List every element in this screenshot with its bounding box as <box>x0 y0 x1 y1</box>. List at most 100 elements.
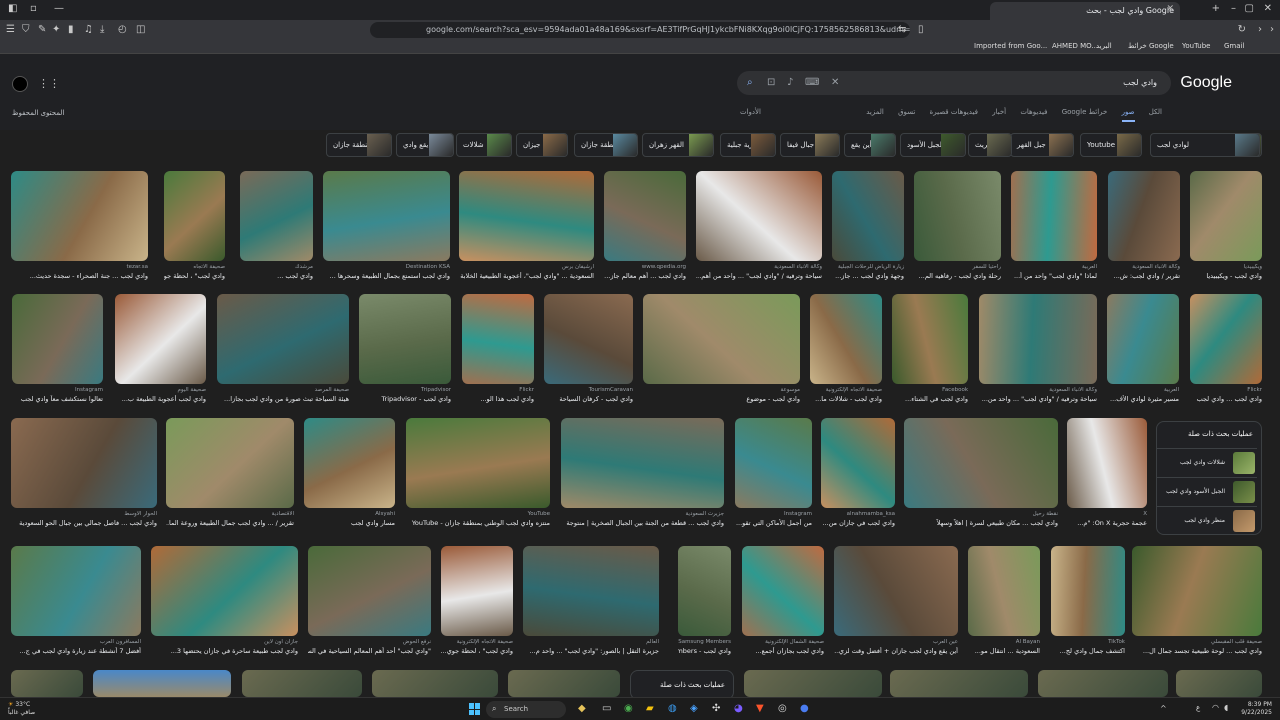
image-source[interactable]: أرشيفان برس <box>459 264 594 270</box>
mic-icon[interactable]: ♪ <box>787 77 793 88</box>
image-result[interactable] <box>892 294 968 384</box>
filter-chip[interactable]: بمنطقة جازان <box>326 133 392 157</box>
edge-icon[interactable]: ◍ <box>668 703 677 714</box>
image-source[interactable]: www.qpedia.org <box>604 264 686 270</box>
image-source[interactable]: صحيفة الاتجاه الإلكترونية <box>810 387 882 393</box>
image-source[interactable]: Alsyahi <box>304 511 395 517</box>
image-source[interactable]: Tripadvisor <box>359 387 451 393</box>
tab-close-icon[interactable]: ✕ <box>1166 4 1174 14</box>
taskbar-search[interactable]: ⌕ Search <box>486 701 566 718</box>
tab-all[interactable]: الكل <box>1149 108 1162 116</box>
image-title[interactable]: أين يقع وادي لجب جازان + أفضل وقت لزي... <box>834 647 958 655</box>
image-source[interactable]: العربية <box>1107 387 1179 393</box>
image-source[interactable]: العالم <box>523 639 659 645</box>
image-result[interactable] <box>508 670 620 697</box>
back-icon[interactable]: › <box>1258 24 1262 35</box>
image-source[interactable]: جازان أون لاين <box>151 639 298 645</box>
image-title[interactable]: وادي لجب بجازان أجمع... <box>742 647 824 655</box>
new-tab-icon[interactable]: ▫ <box>30 3 37 14</box>
app-icon[interactable]: ✣ <box>712 703 720 714</box>
history-icon[interactable]: ◴ <box>118 24 127 35</box>
avatar[interactable] <box>12 76 28 92</box>
image-title[interactable]: هيئة السياحة تبث صورة من وادي لجب بجازا.… <box>217 395 349 403</box>
menu-icon[interactable]: ☰ <box>6 24 15 35</box>
bookmark-mail[interactable]: البريد <box>1096 42 1112 50</box>
close-window-icon[interactable]: ✕ <box>1264 3 1272 14</box>
tab-more[interactable]: المزيد <box>866 108 884 116</box>
image-result[interactable] <box>240 171 313 261</box>
image-title[interactable]: وادي لجب استمتع بجمال الطبيعة وسحرها ... <box>323 272 450 280</box>
wifi-icon[interactable]: ◠ <box>1212 703 1219 712</box>
image-title[interactable]: لماذا "وادي لجب" واحد من أ... <box>1011 272 1097 280</box>
image-source[interactable]: الحوار الأوسط <box>11 511 157 517</box>
pin-icon[interactable]: ✦ <box>52 24 60 35</box>
browser-tab[interactable]: وادي لجب - بحث Google <box>990 2 1180 20</box>
filter-chip[interactable]: منطقة جازان <box>574 133 638 157</box>
widgets-icon[interactable]: ◆ <box>578 703 586 714</box>
image-source[interactable]: موسوعة <box>643 387 800 393</box>
image-source[interactable]: المسافرون العرب <box>11 639 141 645</box>
window-menu-icon[interactable]: ◧ <box>8 3 17 14</box>
filter-chip[interactable]: جبال الريث <box>968 133 1012 157</box>
filter-chip[interactable]: الجبل الأسود <box>900 133 966 157</box>
filter-chip[interactable]: يقع وادي <box>396 133 454 157</box>
tab-shopping[interactable]: تسوق <box>898 108 915 116</box>
filter-chip[interactable]: Youtube <box>1080 133 1142 157</box>
image-title[interactable]: وادي لجب - كرفان السياحة <box>544 395 633 403</box>
image-source[interactable]: TikTok <box>1051 639 1125 645</box>
image-title[interactable]: وادي لجب ... جنة الصحراء - سجدة حديث... <box>11 272 148 280</box>
image-result[interactable] <box>1067 418 1147 508</box>
image-source[interactable]: Facebook <box>892 387 968 393</box>
tray-chevron-icon[interactable]: ^ <box>1160 704 1167 713</box>
image-result[interactable] <box>372 670 498 697</box>
image-source[interactable]: صحيفة الشمال الإلكترونية <box>742 639 824 645</box>
image-title[interactable]: تعالوا نستكشف معاً وادي لجب <box>12 395 103 403</box>
image-title[interactable]: سياحة وترفيه / "وادي لجب" ... واحد من أه… <box>696 272 822 280</box>
new-tab-plus-icon[interactable]: + <box>1212 3 1220 14</box>
image-source[interactable]: X <box>1067 511 1147 517</box>
tab-search-icon[interactable]: — <box>54 3 64 14</box>
sidebar-icon[interactable]: ▮ <box>68 24 74 35</box>
image-result[interactable] <box>604 171 686 261</box>
image-result[interactable] <box>12 294 103 384</box>
tab-videos[interactable]: فيديوهات <box>1020 108 1047 116</box>
windows-start-icon[interactable] <box>469 703 481 715</box>
image-title[interactable]: وادي لجب - موضوع <box>643 395 800 403</box>
volume-icon[interactable]: ◖ <box>1224 703 1228 712</box>
image-source[interactable]: صحيفة المرصد <box>217 387 349 393</box>
image-result[interactable] <box>115 294 206 384</box>
wallet-icon[interactable]: ✎ <box>38 24 46 35</box>
image-result[interactable] <box>164 171 225 261</box>
image-source[interactable]: وكالة الأنباء السعودية <box>696 264 822 270</box>
music-icon[interactable]: ♫ <box>84 24 93 35</box>
image-source[interactable]: YouTube <box>406 511 550 517</box>
image-result[interactable] <box>462 294 534 384</box>
file-explorer-icon[interactable]: ▰ <box>646 703 654 714</box>
image-title[interactable]: وادي لجب ... <box>240 272 313 280</box>
image-title[interactable]: رحلة وادي لجب - رفاهيه الم... <box>914 272 1001 280</box>
filter-chip[interactable]: قرية جبلية <box>720 133 776 157</box>
chrome-icon[interactable]: ◉ <box>624 703 633 714</box>
forward-icon[interactable]: › <box>1270 24 1274 35</box>
share-icon[interactable]: ⇆ <box>898 24 906 35</box>
tab-maps[interactable]: خرائط Google <box>1062 108 1108 116</box>
filter-chip[interactable]: جبل القهر <box>1010 133 1074 157</box>
image-title[interactable]: اكتشف جمال وادي لج... <box>1051 647 1125 655</box>
image-result[interactable] <box>832 171 904 261</box>
search-input[interactable]: وادي لجب ⌕ ⊡ ♪ ⌨ ✕ <box>737 71 1171 95</box>
image-title[interactable]: مسير مثيرة لوادي الأف... <box>1107 395 1179 403</box>
image-source[interactable]: صحيفة اليوم <box>115 387 206 393</box>
image-source[interactable]: Flickr <box>1190 387 1262 393</box>
filter-chip[interactable]: لوادي لجب <box>1150 133 1260 157</box>
image-source[interactable]: ويكيبيديا <box>1190 264 1262 270</box>
image-title[interactable]: وادي لجب ... لوحة طبيعية تجسد جمال ال... <box>1132 647 1262 655</box>
bookmark-ahmed[interactable]: AHMED MO... <box>1052 42 1098 50</box>
image-title[interactable]: وادي لجب" ، لحظة جوي... <box>164 272 225 280</box>
image-result[interactable] <box>821 418 895 508</box>
bookmark-youtube[interactable]: YouTube <box>1182 42 1210 50</box>
filter-chip[interactable]: جبال فيفا <box>780 133 840 157</box>
image-result[interactable] <box>242 670 362 697</box>
filter-chip[interactable]: شلالات <box>456 133 512 157</box>
apps-grid-icon[interactable]: ⋮⋮ <box>38 77 60 90</box>
image-source[interactable]: وكالة الأنباء السعودية <box>1108 264 1180 270</box>
